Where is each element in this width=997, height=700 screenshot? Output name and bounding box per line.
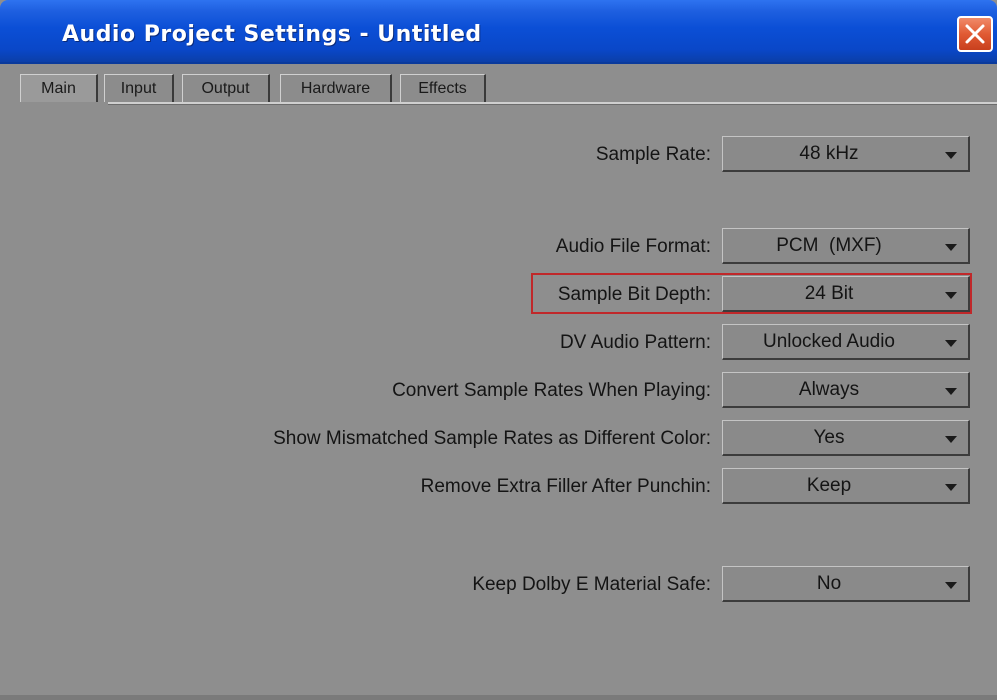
close-button[interactable] <box>957 16 993 52</box>
keep-dolby-e-label: Keep Dolby E Material Safe: <box>472 574 711 595</box>
chevron-down-icon <box>945 484 957 491</box>
dv-audio-pattern-dropdown[interactable]: Unlocked Audio <box>722 324 970 360</box>
tab-main[interactable]: Main <box>20 74 98 102</box>
sample-rate-label: Sample Rate: <box>595 144 711 165</box>
keep-dolby-e-dropdown[interactable]: No <box>722 566 970 602</box>
chevron-down-icon <box>945 152 957 159</box>
tab-hardware[interactable]: Hardware <box>280 74 392 102</box>
show-mismatched-value: Yes <box>813 427 845 448</box>
sample-bit-depth-value: 24 Bit <box>804 283 854 304</box>
show-mismatched-dropdown[interactable]: Yes <box>722 420 970 456</box>
show-mismatched-label: Show Mismatched Sample Rates as Differen… <box>273 428 711 449</box>
remove-extra-filler-dropdown[interactable]: Keep <box>722 468 970 504</box>
convert-sample-rates-label: Convert Sample Rates When Playing: <box>392 380 711 401</box>
tab-effects[interactable]: Effects <box>400 74 486 102</box>
audio-project-settings-window: Audio Project Settings - Untitled Main I… <box>0 0 997 700</box>
tab-output[interactable]: Output <box>182 74 270 102</box>
tab-input[interactable]: Input <box>104 74 174 102</box>
close-icon <box>965 24 985 44</box>
chevron-down-icon <box>945 292 957 299</box>
dv-audio-pattern-label: DV Audio Pattern: <box>559 332 711 353</box>
keep-dolby-e-value: No <box>816 573 842 594</box>
audio-file-format-label: Audio File Format: <box>555 236 711 257</box>
tab-divider-shadow <box>108 104 997 105</box>
window-bottom-edge <box>0 695 997 700</box>
convert-sample-rates-dropdown[interactable]: Always <box>722 372 970 408</box>
sample-bit-depth-label: Sample Bit Depth: <box>557 284 711 305</box>
convert-sample-rates-value: Always <box>798 379 860 400</box>
audio-file-format-dropdown[interactable]: PCM (MXF) <box>722 228 970 264</box>
tab-bar: Main Input Output Hardware Effects <box>0 64 997 110</box>
sample-rate-dropdown[interactable]: 48 kHz <box>722 136 970 172</box>
sample-rate-value: 48 kHz <box>799 143 859 164</box>
chevron-down-icon <box>945 436 957 443</box>
window-title: Audio Project Settings - Untitled <box>62 22 482 47</box>
remove-extra-filler-label: Remove Extra Filler After Punchin: <box>420 476 711 497</box>
audio-file-format-value: PCM (MXF) <box>776 235 882 256</box>
sample-bit-depth-dropdown[interactable]: 24 Bit <box>722 276 970 312</box>
chevron-down-icon <box>945 388 957 395</box>
dv-audio-pattern-value: Unlocked Audio <box>762 331 896 352</box>
chevron-down-icon <box>945 582 957 589</box>
chevron-down-icon <box>945 244 957 251</box>
title-bar[interactable]: Audio Project Settings - Untitled <box>0 0 997 64</box>
remove-extra-filler-value: Keep <box>806 475 852 496</box>
main-settings-panel: Sample Rate: 48 kHz Audio File Format: P… <box>0 110 997 700</box>
chevron-down-icon <box>945 340 957 347</box>
